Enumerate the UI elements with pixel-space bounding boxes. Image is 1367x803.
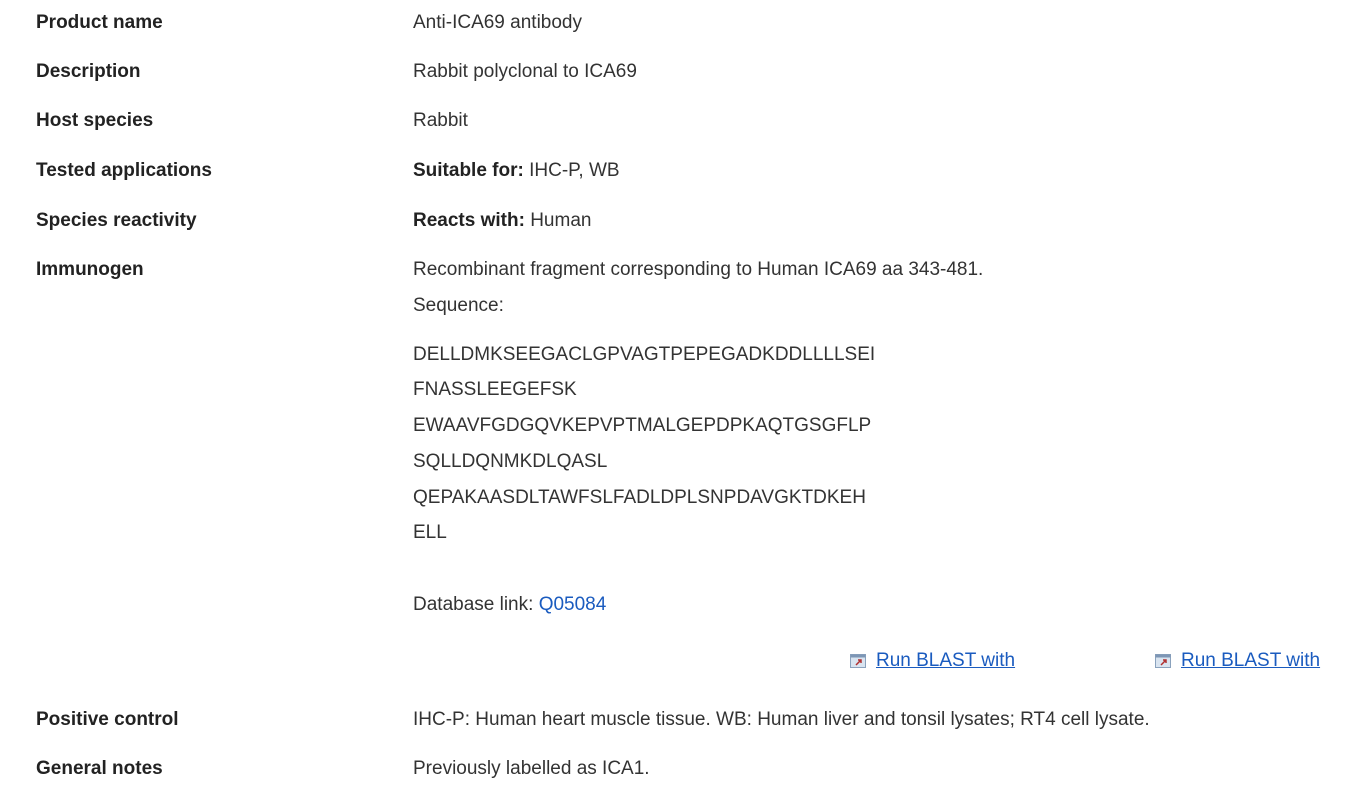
positive-control-label: Positive control [36,709,179,730]
database-link-label: Database link: [413,594,534,615]
database-link-row: Database link: Q05084 [413,594,606,616]
tested-applications-prefix: Suitable for: [413,160,524,181]
run-blast-button-1[interactable]: Run BLAST with [850,650,1015,672]
product-name-value: Anti-ICA69 antibody [413,12,582,33]
host-species-value: Rabbit [413,110,468,131]
description-label: Description [36,61,141,82]
run-blast-label: Run BLAST with [876,650,1016,671]
positive-control-value: IHC-P: Human heart muscle tissue. WB: Hu… [413,709,1150,730]
general-notes-value: Previously labelled as ICA1. [413,758,650,779]
sequence-line: SQLLDQNMKDLQASL [413,451,608,472]
sequence-label: Sequence: [413,295,504,316]
host-species-label: Host species [36,110,154,131]
external-link-icon [850,654,866,668]
species-reactivity-prefix: Reacts with: [413,210,525,231]
external-link-icon [1155,654,1171,668]
tested-applications-label: Tested applications [36,160,212,181]
species-reactivity-label: Species reactivity [36,210,197,231]
sequence-line: FNASSLEEGEFSK [413,379,577,400]
immunogen-label: Immunogen [36,259,144,280]
species-reactivity-value: Reacts with: Human [413,210,591,232]
sequence-line: EWAAVFGDGQVKEPVPTMALGEPDPKAQTGSGFLP [413,415,872,436]
database-link[interactable]: Q05084 [539,594,607,615]
run-blast-button-2[interactable]: Run BLAST with [1155,650,1320,672]
sequence-line: ELL [413,522,447,543]
tested-applications-value: Suitable for: IHC-P, WB [413,160,620,182]
tested-applications-text: IHC-P, WB [529,160,620,181]
sequence-line: DELLDMKSEEGACLGPVAGTPEPEGADKDDLLLLSEI [413,344,876,365]
product-name-label: Product name [36,12,163,33]
immunogen-value: Recombinant fragment corresponding to Hu… [413,259,984,280]
run-blast-label: Run BLAST with [1181,650,1321,671]
general-notes-label: General notes [36,758,163,779]
sequence-line: QEPAKAASDLTAWFSLFADLDPLSNPDAVGKTDKEH [413,487,866,508]
description-value: Rabbit polyclonal to ICA69 [413,61,637,82]
species-reactivity-text: Human [530,210,592,231]
